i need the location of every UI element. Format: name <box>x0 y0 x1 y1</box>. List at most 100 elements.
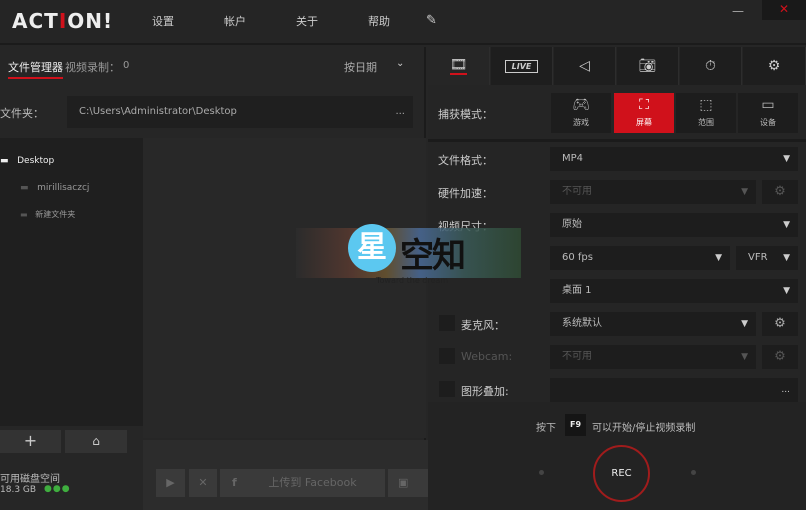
tab-video[interactable]: 🎞︎ <box>428 47 490 85</box>
overlay-select[interactable]: ... <box>550 378 798 402</box>
mode-device[interactable]: ▭ 设备 <box>738 93 798 133</box>
overlay-checkbox[interactable] <box>439 381 455 397</box>
stopwatch-icon: ⏱︎ <box>705 58 716 74</box>
menu-account[interactable]: 帐户 <box>224 13 246 29</box>
app-logo: ACTION! <box>12 9 114 33</box>
pen-icon[interactable]: ✎ <box>426 13 437 28</box>
fullscreen-icon: ⛶ <box>639 97 649 113</box>
chevron-down-icon: ▼ <box>783 253 790 263</box>
mode-region[interactable]: ⬚ 范围 <box>676 93 736 133</box>
capture-mode-label: 捕获模式： <box>438 108 493 121</box>
minimize-button[interactable]: — <box>728 4 748 24</box>
tab-live[interactable]: LIVE <box>491 47 553 85</box>
disk-status-dots: ●●● <box>44 484 71 494</box>
fps-value: 60 fps <box>562 252 593 263</box>
gear-icon: ⚙︎ <box>774 184 786 199</box>
delete-button[interactable]: ✕ <box>189 469 217 497</box>
title-bar: ACTION! 设置 帐户 关于 帮助 ✎ — ✕ <box>0 0 806 45</box>
menu-settings[interactable]: 设置 <box>152 13 174 29</box>
menu-about[interactable]: 关于 <box>296 13 318 29</box>
fps-select[interactable]: 60 fps ▼ <box>550 246 730 270</box>
menu-help[interactable]: 帮助 <box>368 13 390 29</box>
play-icon: ▶ <box>166 476 175 489</box>
tab-settings[interactable]: ⚙︎ <box>743 47 806 85</box>
speaker-icon: ◁ <box>579 58 590 74</box>
tree-item-label: mirillisaczcj <box>37 183 90 193</box>
youtube-icon: ▣ <box>398 476 409 489</box>
watermark-text: 空知 <box>400 236 466 276</box>
folder-icon: ▬ <box>0 156 9 166</box>
mode-label: 游戏 <box>573 118 589 127</box>
hw-accel-label: 硬件加速： <box>438 187 493 200</box>
webcam-select[interactable]: 不可用 ▼ <box>550 345 756 369</box>
microphone-select[interactable]: 系统默认 ▼ <box>550 312 756 336</box>
tree-item-desktop[interactable]: ▬ Desktop <box>0 156 54 166</box>
play-button[interactable]: ▶ <box>156 469 185 497</box>
mode-game[interactable]: 🎮︎ 游戏 <box>551 93 611 133</box>
preview-area <box>143 138 426 438</box>
tree-item-folder[interactable]: ▬ 新建文件夹 <box>20 209 75 220</box>
chevron-down-icon: ▼ <box>783 286 790 296</box>
hotkey-key: F9 <box>565 414 586 436</box>
hw-accel-value: 不可用 <box>562 186 592 197</box>
chevron-down-icon[interactable]: ⌄ <box>396 58 404 69</box>
region-icon: ⬚ <box>699 97 713 113</box>
watermark-tagline: Toward the dream <box>376 276 449 285</box>
tab-timer[interactable]: ⏱︎ <box>680 47 742 85</box>
camera-icon: 📷︎ <box>638 58 657 74</box>
recording-count: 0 <box>123 60 130 71</box>
folder-icon: ▬ <box>20 183 29 193</box>
close-button[interactable]: ✕ <box>762 0 806 20</box>
file-format-value: MP4 <box>562 153 584 164</box>
folder-label: 文件夹： <box>0 107 44 120</box>
microphone-checkbox[interactable] <box>439 315 455 331</box>
gamepad-icon: 🎮︎ <box>572 97 590 113</box>
add-folder-button[interactable]: + <box>0 430 61 453</box>
overlay-browse-button[interactable]: ... <box>781 378 790 402</box>
hdmi-icon: ▭ <box>761 97 775 113</box>
chevron-down-icon: ▼ <box>741 319 748 329</box>
hw-settings-button[interactable]: ⚙︎ <box>762 180 798 204</box>
rec-button[interactable]: REC <box>593 445 650 502</box>
indicator-dot <box>691 470 696 475</box>
gear-icon: ⚙︎ <box>774 349 786 364</box>
file-format-select[interactable]: MP4 ▼ <box>550 147 798 171</box>
plus-icon: + <box>23 431 38 450</box>
tab-video-recordings[interactable]: 视频录制： <box>65 59 120 75</box>
display-select[interactable]: 桌面 1 ▼ <box>550 279 798 303</box>
mode-label: 屏幕 <box>636 118 652 127</box>
mode-screen[interactable]: ⛶ 屏幕 <box>614 93 674 133</box>
vfr-select[interactable]: VFR ▼ <box>736 246 798 270</box>
overlay-label: 图形叠加: <box>461 385 509 398</box>
tab-screenshot[interactable]: 📷︎ <box>617 47 679 85</box>
microphone-settings-button[interactable]: ⚙︎ <box>762 312 798 336</box>
hotkey-hint-prefix: 按下 <box>536 423 556 434</box>
webcam-settings-button[interactable]: ⚙︎ <box>762 345 798 369</box>
microphone-value: 系统默认 <box>562 318 602 329</box>
upload-facebook-button[interactable]: f 上传到 Facebook <box>220 469 385 497</box>
film-icon: 🎞︎ <box>449 57 468 75</box>
disk-space-label: 可用磁盘空间 <box>0 474 60 485</box>
video-size-select[interactable]: 原始 ▼ <box>550 213 798 237</box>
hw-accel-select[interactable]: 不可用 ▼ <box>550 180 756 204</box>
mode-label: 设备 <box>760 118 776 127</box>
webcam-checkbox[interactable] <box>439 348 455 364</box>
chevron-down-icon: ▼ <box>741 352 748 362</box>
tab-file-manager[interactable]: 文件管理器 <box>8 59 63 79</box>
chevron-down-icon: ▼ <box>783 220 790 230</box>
sort-dropdown[interactable]: 按日期 <box>344 59 377 75</box>
tree-item-folder[interactable]: ▬ mirillisaczcj <box>20 183 89 193</box>
browse-button[interactable]: ... <box>395 96 405 128</box>
webcam-label: Webcam: <box>461 350 513 363</box>
facebook-icon: f <box>232 476 237 489</box>
open-folder-button[interactable]: ⌂ <box>65 430 127 453</box>
gear-icon: ⚙︎ <box>774 316 786 331</box>
tab-audio[interactable]: ◁ <box>554 47 616 85</box>
chevron-down-icon: ▼ <box>715 253 722 263</box>
folder-path: C:\Users\Administrator\Desktop <box>79 106 237 117</box>
watermark-logo: 星 <box>348 224 396 272</box>
tree-item-label: 新建文件夹 <box>35 210 76 219</box>
chevron-down-icon: ▼ <box>741 187 748 197</box>
disk-space-value: 18.3 GB <box>0 485 37 495</box>
folder-path-input[interactable]: C:\Users\Administrator\Desktop... <box>67 96 413 128</box>
